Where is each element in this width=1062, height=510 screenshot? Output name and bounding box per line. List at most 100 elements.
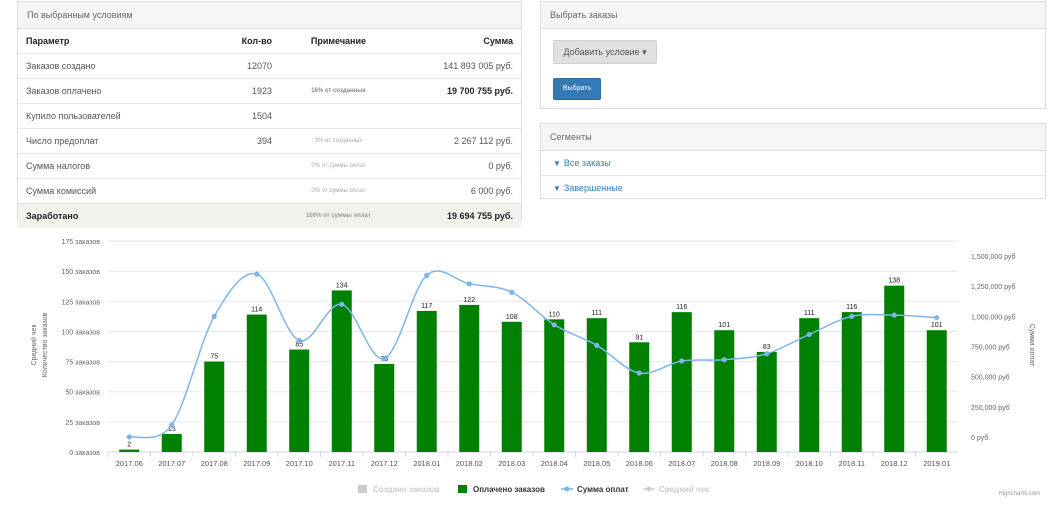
row-param: Заказов создано: [18, 53, 194, 79]
line-point: [126, 434, 132, 440]
x-axis-tick-label: 2018.03: [498, 459, 525, 468]
legend-symbol-marker: [564, 486, 570, 492]
bar-data-label: 75: [210, 354, 218, 361]
x-axis-tick-label: 2017.12: [371, 459, 398, 468]
select-panel-title: Выбрать заказы: [541, 2, 1045, 29]
bar-data-label: 134: [336, 282, 348, 289]
line-point: [509, 289, 515, 295]
row-note: 3% от созданных: [280, 128, 397, 154]
bar: [586, 318, 607, 452]
select-orders-panel: Выбрать заказы Добавить условие ▾ Выбрат…: [540, 1, 1046, 109]
line-point: [296, 337, 302, 344]
row-sum: 141 893 005 руб.: [396, 53, 521, 79]
bar: [884, 285, 905, 452]
left-axis-tick-label: 100 заказов: [62, 329, 101, 336]
bar-data-label: 111: [804, 310, 815, 317]
x-axis-tick-label: 2018.02: [456, 459, 483, 468]
bar: [671, 312, 692, 452]
segment-item-completed[interactable]: ▼ Завершенные: [541, 176, 1045, 200]
x-axis-tick-label: 2018.04: [541, 459, 568, 468]
table-row: Сумма налогов 0% от суммы оплат 0 руб.: [18, 153, 521, 179]
legend-symbol-marker: [646, 486, 652, 492]
bar: [629, 342, 650, 452]
legend-symbol: [358, 485, 367, 493]
line-point: [934, 314, 940, 321]
bar-data-label: 117: [421, 303, 432, 310]
table-row: Заказов оплачено 1923 16% от созданных 1…: [18, 78, 521, 104]
right-axis-tick-label: 0 руб: [971, 434, 988, 442]
line-point: [764, 351, 770, 357]
row-count: [194, 153, 280, 179]
bar: [544, 319, 565, 452]
highcharts-credits[interactable]: Highcharts.com: [998, 491, 1040, 497]
stats-panel-title: По выбранным условиям: [18, 2, 521, 29]
bar: [459, 304, 480, 452]
row-param: Заказов оплачено: [18, 78, 194, 104]
right-axis-tick-label: 1,250,000 руб: [971, 283, 1016, 291]
line-point: [211, 313, 217, 319]
bar-data-label: 138: [888, 278, 900, 285]
bar: [841, 312, 862, 452]
left-axis-tick-label: 25 заказов: [65, 420, 100, 427]
bar: [501, 321, 522, 452]
row-sum: 0 руб.: [396, 153, 521, 179]
x-axis-tick-label: 2017.06: [116, 459, 143, 468]
segments-panel-title: Сегменты: [541, 124, 1045, 151]
x-axis-tick-label: 2018.05: [583, 459, 610, 468]
line-point: [806, 331, 812, 338]
add-condition-button[interactable]: Добавить условие ▾: [553, 40, 657, 64]
right-axis-tick-label: 250,000 руб: [971, 404, 1010, 412]
row-note: [280, 53, 397, 79]
row-sum: 2 267 112 руб.: [396, 128, 521, 154]
legend-item-label: Оплачено заказов: [473, 485, 545, 494]
line-point: [381, 355, 387, 362]
x-axis-tick-label: 2018.09: [753, 459, 780, 468]
right-axis-tick-label: 750,000 руб: [971, 344, 1010, 352]
legend-item-label: Создано заказов: [373, 485, 440, 494]
bar-data-label: 91: [635, 334, 643, 341]
table-header-row: Параметр Кол-во Примечание Сумма: [18, 29, 521, 54]
right-axis-tick-label: 500,000 руб: [971, 374, 1010, 382]
legend-item-label: Средний чек: [659, 485, 710, 494]
line-point: [849, 313, 855, 319]
bar: [289, 349, 310, 452]
bar-data-label: 116: [676, 304, 687, 311]
left-axis-tick-label: 0 заказов: [69, 450, 100, 457]
x-axis-tick-label: 2017.09: [243, 459, 270, 468]
x-axis-tick-label: 2019.01: [923, 459, 950, 468]
filter-icon: ▼: [553, 159, 561, 168]
row-note: 16% от созданных: [280, 78, 397, 104]
bar-data-label: 2: [127, 442, 131, 449]
x-axis-tick-label: 2017.07: [158, 459, 185, 468]
row-count: [194, 178, 280, 204]
right-axis-tick-label: 1,500,000 руб: [971, 253, 1016, 261]
left-axis-title: Количество заказов: [42, 313, 49, 378]
left-axis-tick-label: 50 заказов: [65, 390, 100, 397]
line-point: [636, 370, 642, 376]
row-count: 1923: [194, 78, 280, 104]
legend-item-label: Сумма оплат: [577, 485, 629, 494]
row-param: Сумма комиссий: [18, 178, 194, 204]
bar-data-label: 114: [251, 307, 262, 314]
row-count: 394: [194, 128, 280, 154]
bar: [119, 449, 140, 452]
bar-data-label: 101: [718, 322, 730, 329]
left-axis-tick-label: 175 заказов: [62, 239, 101, 246]
line-point: [891, 312, 897, 318]
table-row: Заказов создано 12070 141 893 005 руб.: [18, 53, 521, 79]
row-note: 0% от суммы оплат: [280, 178, 397, 204]
right-axis-tick-label: 1,000,000 руб: [971, 313, 1016, 321]
row-note: 100% от суммы оплат: [280, 203, 397, 228]
table-row: Сумма комиссий 0% от суммы оплат 6 000 р…: [18, 178, 521, 204]
line-point: [679, 358, 685, 364]
row-param: Число предоплат: [18, 128, 194, 154]
stats-table: Параметр Кол-во Примечание Сумма Заказов…: [18, 29, 521, 228]
row-sum: 19 700 755 руб.: [396, 78, 521, 104]
filter-icon: ▼: [553, 184, 561, 193]
bar-data-label: 111: [591, 310, 602, 317]
segment-item-all-orders[interactable]: ▼ Все заказы: [541, 151, 1045, 176]
legend-symbol: [458, 485, 467, 493]
bar: [331, 290, 352, 452]
row-count: [194, 203, 280, 228]
select-button[interactable]: Выбрать: [553, 78, 601, 100]
